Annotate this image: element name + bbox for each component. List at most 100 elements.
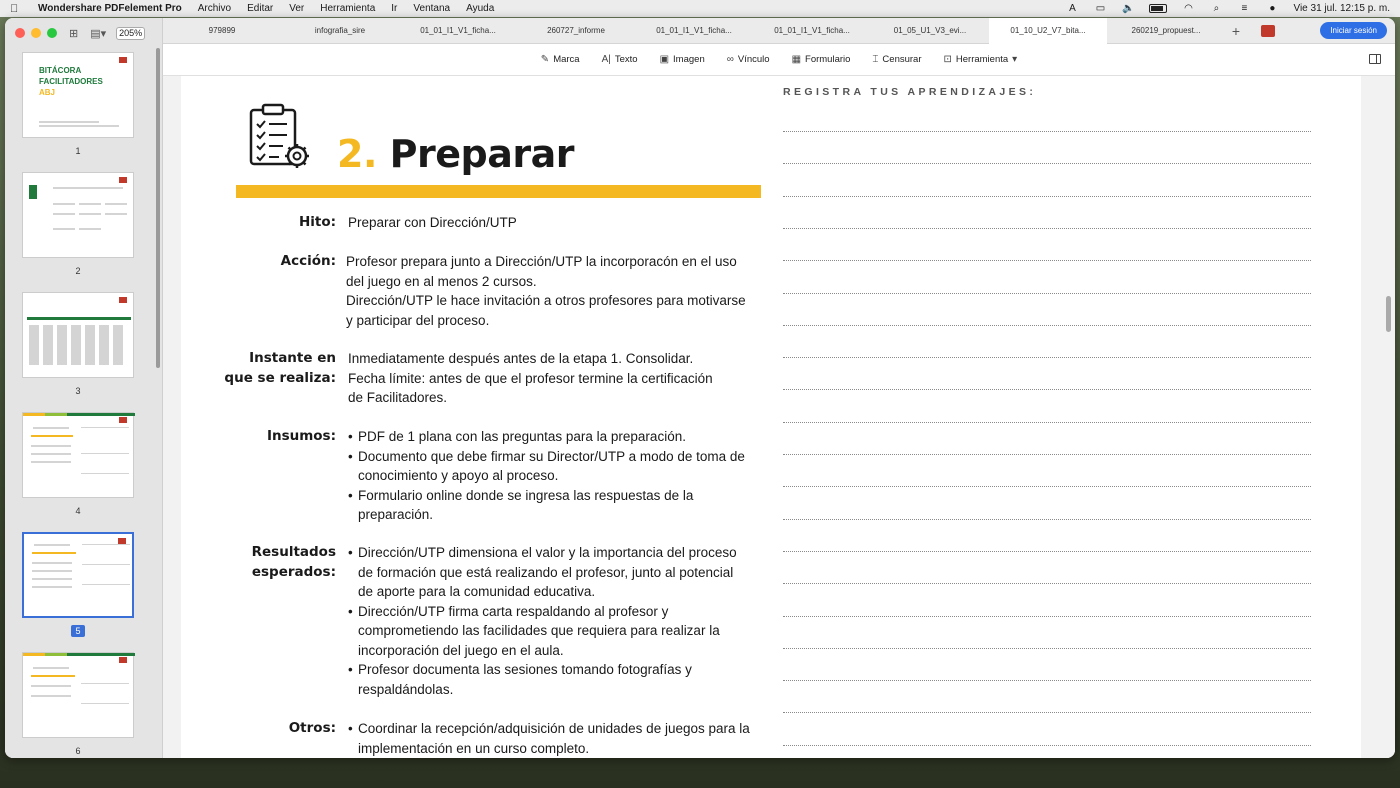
menu-herramienta[interactable]: Herramienta	[320, 3, 375, 14]
tab-document-active[interactable]: 01_10_U2_V7_bita...	[989, 18, 1107, 44]
menubar:  Wondershare PDFelement Pro Archivo Edi…	[0, 0, 1400, 17]
thumbnail-image	[22, 292, 134, 378]
field-value: Preparar con Dirección/UTP	[348, 215, 517, 230]
list-item: Dirección/UTP firma carta respaldando al…	[348, 602, 768, 661]
tab-document[interactable]: 979899	[163, 18, 281, 44]
control-center-icon[interactable]: ≡	[1237, 3, 1251, 14]
writing-line	[783, 486, 1311, 488]
tab-document[interactable]: 260727_informe	[517, 18, 635, 44]
tab-document[interactable]: 260219_propuest...	[1107, 18, 1225, 44]
window-controls: ⊞ ▤▾ 205%	[5, 18, 162, 48]
writing-line	[783, 421, 1311, 423]
minimize-window-button[interactable]	[31, 28, 41, 38]
screen-mirror-icon[interactable]: ▭	[1093, 3, 1107, 14]
field-value: Profesor prepara junto a Dirección/UTP l…	[346, 254, 746, 328]
menu-archivo[interactable]: Archivo	[198, 3, 231, 14]
page-thumbnail-1[interactable]: BITÁCORA FACILITADORES ABJ 1	[5, 52, 155, 172]
user-avatar-icon[interactable]: ●	[1265, 3, 1279, 14]
add-tab-icon[interactable]: +	[1225, 23, 1247, 39]
tool-label: Formulario	[805, 54, 851, 65]
tab-document[interactable]: 01_01_I1_V1_ficha...	[753, 18, 871, 44]
zoom-window-button[interactable]	[47, 28, 57, 38]
apple-menu-icon[interactable]: 	[10, 3, 24, 15]
battery-icon[interactable]	[1149, 4, 1168, 13]
list-item: Coordinar la recepción/adquisición de un…	[348, 719, 768, 758]
toolbox-icon: ⊡	[943, 54, 952, 65]
writing-line	[783, 131, 1311, 132]
texto-tool[interactable]: A| Texto	[602, 54, 638, 65]
text-cursor-icon: A|	[601, 54, 611, 65]
field-value: Inmediatamente después antes de la etapa…	[348, 351, 713, 405]
app-window: ⊞ ▤▾ 205% BITÁCORA FACILITADORES ABJ 1 2…	[5, 18, 1395, 758]
thumbnail-image	[22, 652, 135, 738]
writing-line	[783, 324, 1311, 326]
text-input-icon[interactable]: A	[1065, 3, 1079, 14]
sidebar-toggle-icon[interactable]: ▤▾	[90, 27, 106, 40]
field-value-list: PDF de 1 plana con las preguntas para la…	[348, 427, 768, 525]
writing-line	[783, 615, 1311, 617]
writing-line	[783, 518, 1311, 520]
menu-ir[interactable]: Ir	[391, 3, 397, 14]
clock[interactable]: Vie 31 jul. 12:15 p. m.	[1293, 3, 1390, 14]
list-item: Documento que debe firmar su Director/UT…	[348, 447, 768, 486]
section-number: 2.	[337, 132, 377, 176]
section-title-text: Preparar	[389, 132, 575, 176]
thumbnail-image	[22, 532, 134, 618]
thumbnail-sidebar: ⊞ ▤▾ 205% BITÁCORA FACILITADORES ABJ 1 2…	[5, 18, 163, 758]
app-name-menu[interactable]: Wondershare PDFelement Pro	[38, 3, 182, 14]
volume-icon[interactable]: 🔈	[1121, 3, 1135, 14]
page-thumbnail-4[interactable]: 4	[5, 412, 155, 532]
sidebar-scrollbar[interactable]	[156, 48, 160, 368]
menu-ver[interactable]: Ver	[289, 3, 304, 14]
tab-document[interactable]: 01_05_U1_V3_evi...	[871, 18, 989, 44]
tab-document[interactable]: infografia_sire	[281, 18, 399, 44]
close-window-button[interactable]	[15, 28, 25, 38]
list-item: Dirección/UTP dimensiona el valor y la i…	[348, 543, 768, 602]
form-icon: ▦	[791, 54, 802, 65]
menu-ayuda[interactable]: Ayuda	[466, 3, 494, 14]
tab-document[interactable]: 01_01_I1_V1_ficha...	[399, 18, 517, 44]
redact-icon: ⌶	[872, 54, 879, 65]
field-label: Hito:	[298, 214, 336, 230]
edit-toolbar: ✎ Marca A| Texto ▣ Imagen ∞ Vínculo ▦ Formula…	[163, 44, 1395, 76]
document-viewer[interactable]: 2. Preparar Hito: Preparar con Dirección…	[163, 76, 1395, 758]
field-value-list: Coordinar la recepción/adquisición de un…	[348, 719, 768, 758]
writing-line	[783, 163, 1311, 165]
thumbnail-page-number: 2	[75, 266, 81, 276]
marca-tool[interactable]: ✎ Marca	[541, 54, 580, 65]
list-item: PDF de 1 plana con las preguntas para la…	[348, 427, 768, 447]
page-thumbnail-3[interactable]: 3	[5, 292, 155, 412]
right-panel-toggle-icon[interactable]	[1369, 54, 1381, 64]
document-scrollbar[interactable]	[1386, 296, 1391, 332]
writing-line	[783, 260, 1311, 262]
tab-document[interactable]: 01_01_I1_V1_ficha...	[635, 18, 753, 44]
field-label: Instante en que se realiza:	[224, 350, 336, 386]
menu-editar[interactable]: Editar	[247, 3, 273, 14]
selected-page-badge: 5	[71, 625, 85, 637]
store-icon[interactable]	[1261, 24, 1275, 37]
writing-line	[783, 195, 1311, 197]
grid-view-icon[interactable]: ⊞	[69, 27, 78, 40]
thumbnail-page-number: 1	[75, 146, 81, 156]
censurar-tool[interactable]: ⌶ Censurar	[872, 54, 921, 65]
tool-label: Herramienta	[955, 54, 1009, 65]
page-thumbnail-6[interactable]: 6	[5, 652, 155, 758]
zoom-select[interactable]: 205%	[116, 26, 146, 40]
pdf-page[interactable]: 2. Preparar Hito: Preparar con Dirección…	[181, 76, 1361, 758]
vinculo-tool[interactable]: ∞ Vínculo	[727, 54, 770, 65]
imagen-tool[interactable]: ▣ Imagen	[660, 54, 705, 65]
writing-line	[783, 744, 1311, 746]
login-button[interactable]: Iniciar sesión	[1320, 22, 1387, 39]
wifi-icon[interactable]: ◠	[1181, 3, 1195, 14]
section-title: 2. Preparar	[337, 132, 574, 176]
thumbnail-page-number: 4	[75, 506, 81, 516]
formulario-tool[interactable]: ▦ Formulario	[792, 54, 851, 65]
page-thumbnail-5[interactable]: 5	[5, 532, 155, 652]
page-thumbnail-2[interactable]: 2	[5, 172, 155, 292]
writing-line	[783, 680, 1311, 682]
link-icon: ∞	[726, 54, 734, 65]
page-thumbnails: BITÁCORA FACILITADORES ABJ 1 2 3 4 5 6	[5, 52, 155, 758]
herramienta-tool[interactable]: ⊡ Herramienta ▾	[944, 54, 1018, 65]
search-icon[interactable]: ⌕	[1209, 3, 1223, 14]
menu-ventana[interactable]: Ventana	[413, 3, 450, 14]
